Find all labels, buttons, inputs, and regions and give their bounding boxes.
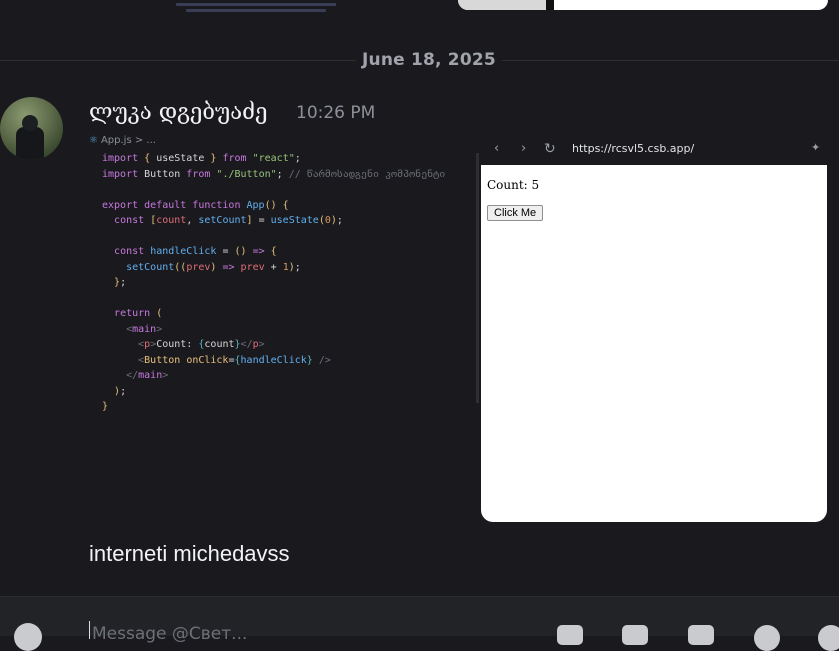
code-block: import { useState } from "react"; import… [102,151,445,415]
editor-breadcrumb: ⚛ App.js > ... [89,135,156,146]
gift-icon[interactable] [557,625,583,645]
editor-scrollbar[interactable] [476,153,479,403]
chevron-right-icon[interactable]: › [521,141,526,156]
browser-preview: Count: 5 Click Me [481,165,827,522]
browser-toolbar: ‹ › ↻ https://rcsvl5.csb.app/ ✦ [481,136,829,164]
code-editor-screenshot[interactable]: ⚛ App.js > ... import { useState } from "… [89,133,481,521]
code-line: }; [114,277,127,288]
code-line: setCount((prev) => prev + 1); [126,261,301,273]
breadcrumb-text: App.js > ... [100,135,156,146]
code-line: const [count, setCount] = useState(0); [114,215,343,226]
code-line: const handleClick = () => { [114,246,277,257]
reload-icon[interactable]: ↻ [544,141,556,157]
message-input[interactable]: Message @Свет... [92,624,247,644]
sticker-icon[interactable] [688,625,714,645]
code-line: } [102,401,109,412]
gif-icon[interactable] [622,625,648,645]
browser-url[interactable]: https://rcsvl5.csb.app/ [572,142,694,155]
code-line: ); [114,385,127,397]
text-cursor [89,621,90,639]
date-divider: June 18, 2025 [356,50,502,70]
code-line: return ( [114,308,163,319]
message-timestamp: 10:26 PM [296,103,376,123]
code-line: </main> [126,370,169,381]
code-line: <main> [126,323,163,335]
avatar[interactable] [0,97,63,160]
code-line: export default function App() { [102,199,289,211]
sparkle-icon[interactable]: ✦ [811,141,820,154]
code-line: <p>Count: {count}</p> [138,339,265,350]
previous-image-attachment[interactable] [458,0,828,10]
previous-code-snippet [96,0,336,14]
message-composer: Message @Свет... [0,596,839,651]
preview-click-button[interactable]: Click Me [487,205,544,221]
code-line: <Button onClick={handleClick} /> [138,354,331,366]
emoji-icon[interactable] [754,625,780,651]
code-line: import { useState } from "react"; [102,153,301,164]
message-author[interactable]: ლუკა დგებუაძე [89,100,267,125]
add-attachment-icon[interactable] [14,623,42,651]
message-text: interneti michedavss [89,541,290,566]
preview-count-text: Count: 5 [487,178,540,192]
chevron-left-icon[interactable]: ‹ [494,141,499,156]
code-line: import Button from "./Button"; // წარმოს… [102,168,446,180]
apps-icon[interactable] [818,625,839,651]
react-file-icon: ⚛ [89,135,98,146]
